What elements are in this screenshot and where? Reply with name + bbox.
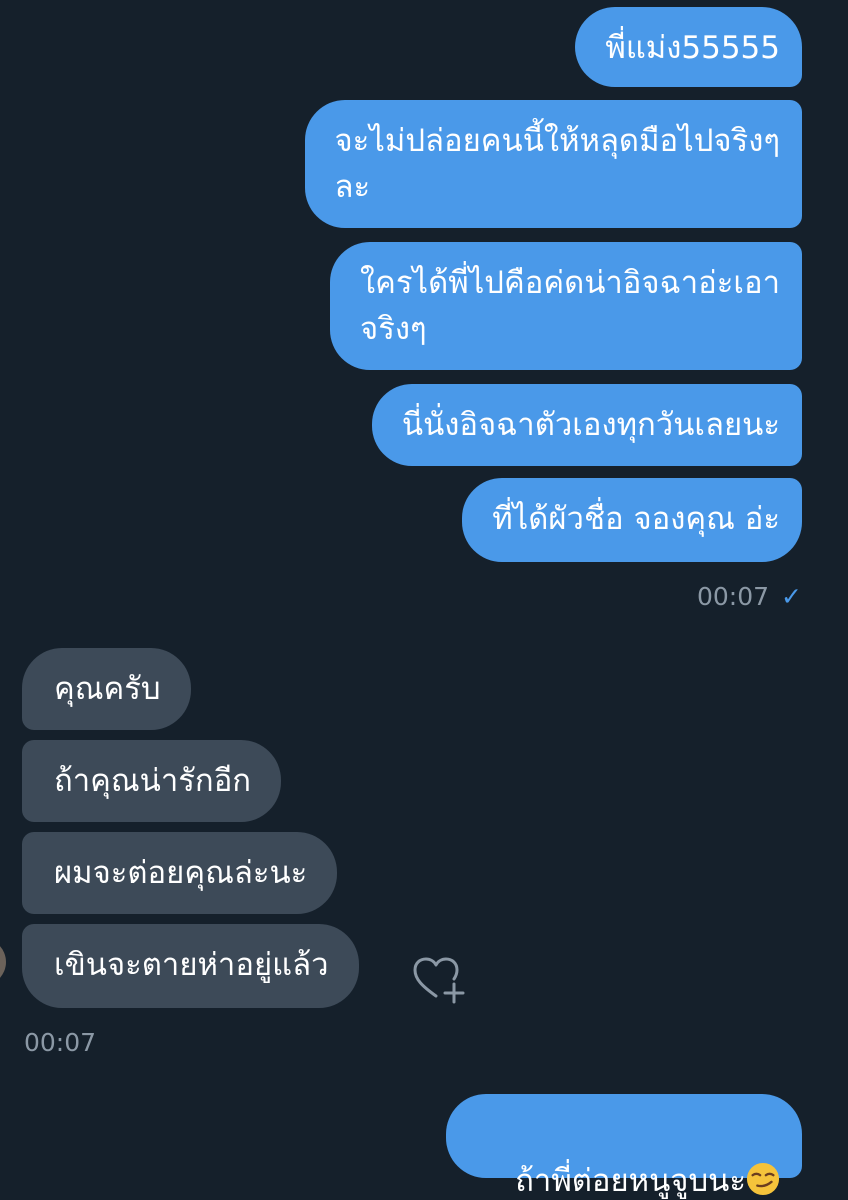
message-timestamp: 00:07 — [24, 1028, 96, 1058]
sender-avatar[interactable] — [0, 938, 6, 986]
smirking-face-icon — [746, 1162, 780, 1196]
message-bubble-outgoing[interactable]: ถ้าพี่ต่อยหนูจูบนะ — [445, 1094, 802, 1199]
message-bubble-outgoing[interactable]: พี่แม่ง55555 — [575, 7, 802, 87]
message-bubble-incoming[interactable]: คุณครับ — [22, 648, 191, 730]
message-bubble-outgoing[interactable]: ที่ได้ผัวชื่อ จองคุณ อ่ะ — [462, 478, 802, 562]
message-bubble-outgoing[interactable]: ใครได้พี่ไปคือค่ดน่าอิจฉาอ่ะเอา จริงๆ — [330, 242, 802, 370]
message-bubble-incoming[interactable]: เขินจะตายห่าอยู่แล้ว — [22, 924, 359, 1008]
read-check-icon: ✓ — [781, 582, 802, 611]
chat-thread[interactable]: พี่แม่ง55555 จะไม่ปล่อยคนนี้ให้หลุดมือไป… — [0, 0, 848, 1200]
message-bubble-outgoing[interactable]: นี่นั่งอิจฉาตัวเองทุกวันเลยนะ — [371, 384, 802, 466]
timestamp-text: 00:07 — [24, 1028, 97, 1057]
message-text: ถ้าพี่ต่อยหนูจูบนะ — [515, 1163, 746, 1199]
message-timestamp: 00:07 ✓ — [697, 582, 802, 612]
message-bubble-outgoing[interactable]: จะไม่ปล่อยคนนี้ให้หลุดมือไปจริงๆ ละ — [304, 100, 802, 228]
add-reaction-button[interactable] — [412, 956, 466, 1006]
timestamp-text: 00:07 — [697, 582, 770, 611]
message-bubble-incoming[interactable]: ผมจะต่อยคุณล่ะนะ — [22, 832, 338, 914]
message-bubble-incoming[interactable]: ถ้าคุณน่ารักอีก — [22, 740, 282, 822]
heart-plus-icon — [413, 957, 465, 1004]
